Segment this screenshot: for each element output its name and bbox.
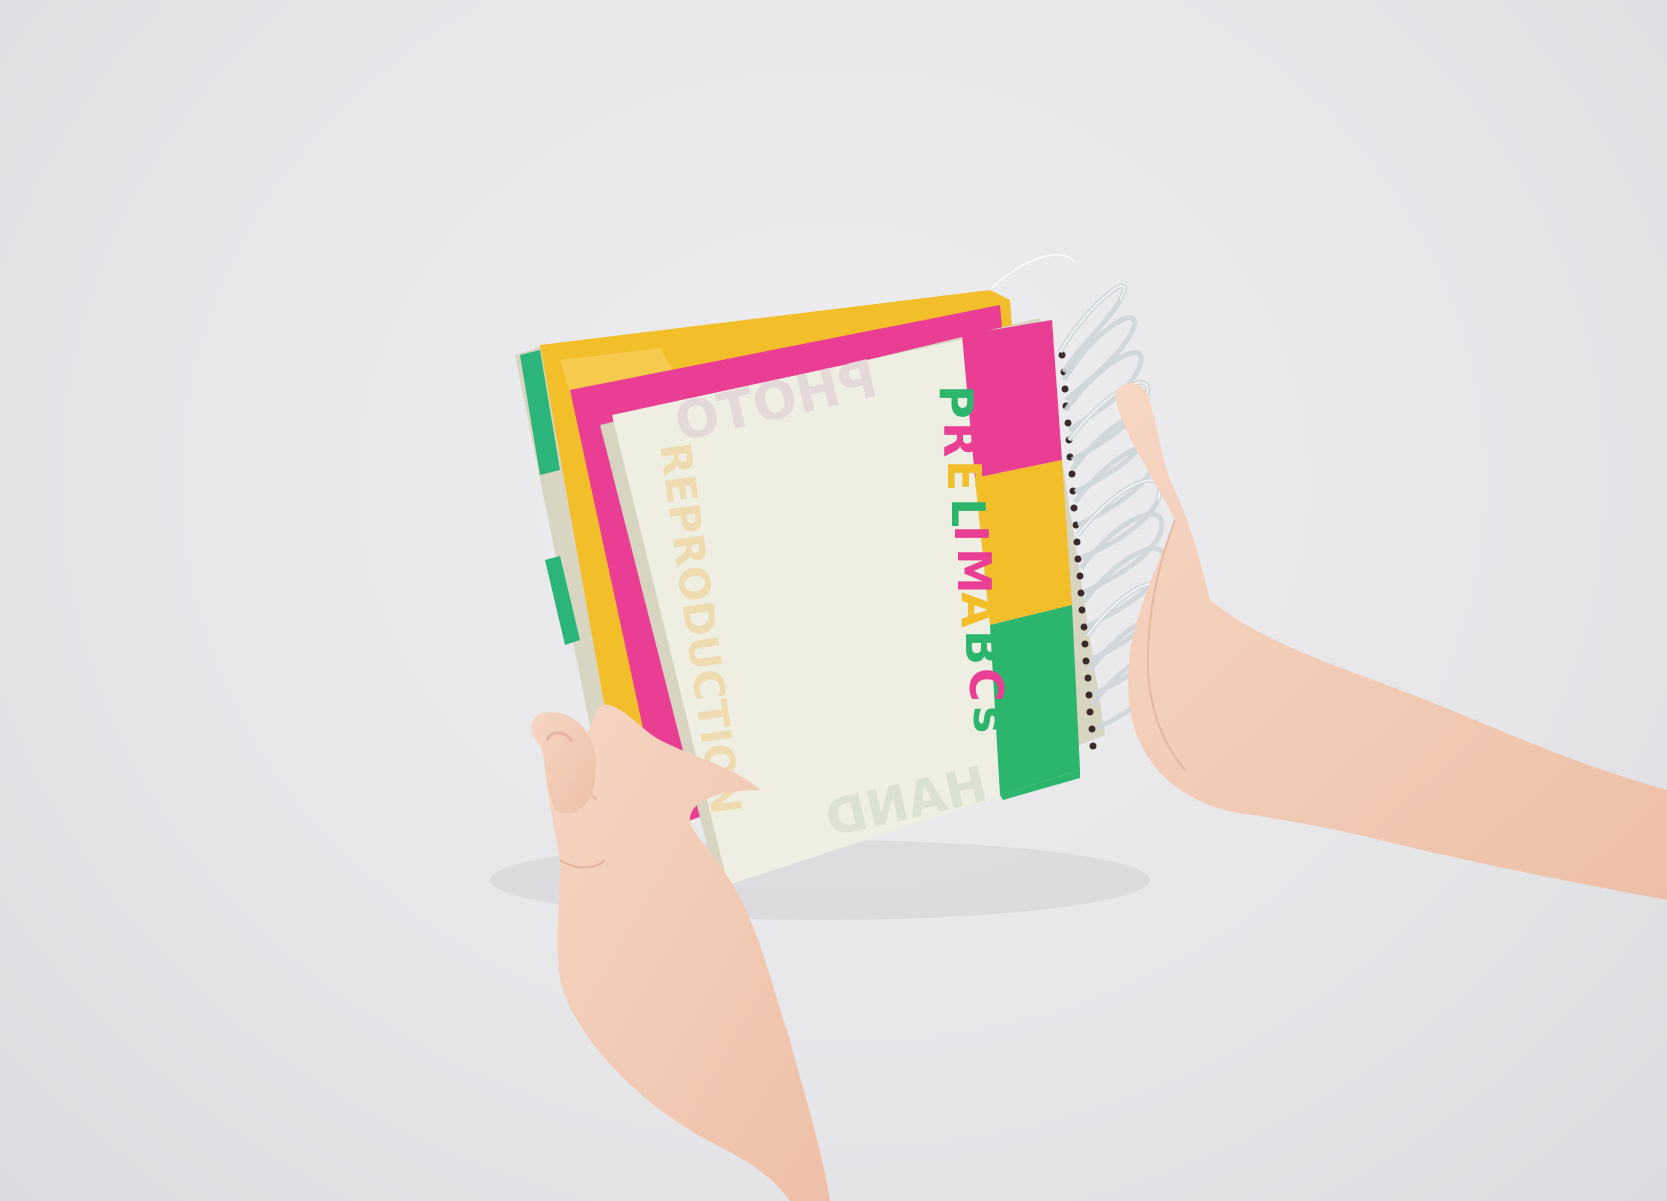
title-letter-r: R	[933, 422, 987, 457]
title-letter-l: L	[941, 498, 995, 527]
photo-canvas: PHOTO REPRODUCTION HAND P R E L I M A B …	[490, 254, 1667, 1201]
title-letter-e: E	[937, 460, 991, 491]
title-letter-p: P	[929, 385, 983, 419]
title-letter-i: I	[944, 525, 998, 542]
title-letter-c: C	[959, 668, 1013, 702]
photo-scene: PHOTO REPRODUCTION HAND P R E L I M A B …	[0, 0, 1667, 1201]
title-letter-m: M	[947, 548, 1001, 594]
title-letter-a: A	[951, 592, 1005, 628]
left-thumb	[531, 711, 596, 814]
title-letter-b: B	[955, 630, 1009, 665]
right-hand	[1115, 382, 1667, 901]
title-letter-s: s	[963, 706, 1017, 733]
